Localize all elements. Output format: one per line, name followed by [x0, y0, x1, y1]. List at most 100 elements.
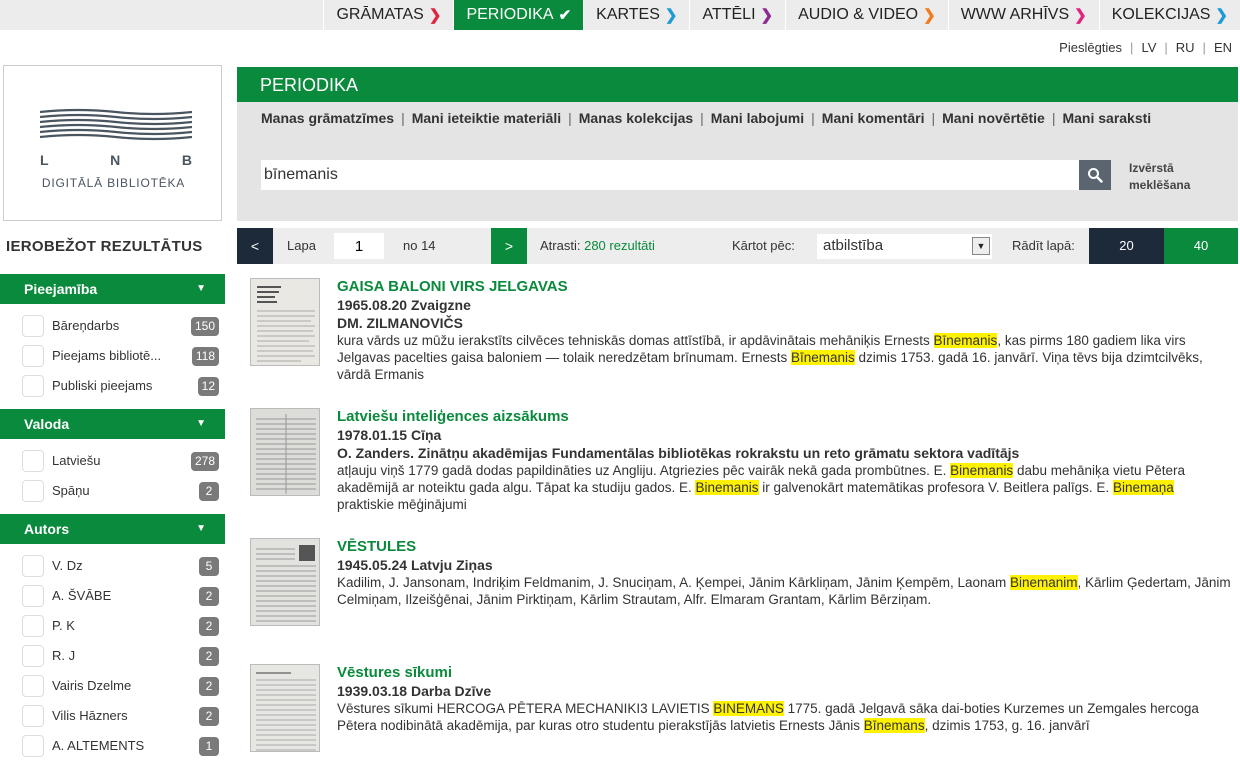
facet-option[interactable]: Latviešu 278 — [0, 446, 225, 476]
sublink-collections[interactable]: Manas kolekcijas — [579, 110, 693, 126]
nav-www-arhivs[interactable]: WWW ARHĪVS ❯ — [947, 0, 1099, 30]
nav-audio-video[interactable]: AUDIO & VIDEO ❯ — [785, 0, 948, 30]
newspaper-page-icon — [251, 279, 319, 365]
pager-bar: < Lapa no 14 > Atrasti: 280 rezultāti Kā… — [237, 228, 1238, 264]
found-count: 280 rezultāti — [584, 238, 655, 253]
lang-lv-link[interactable]: LV — [1141, 40, 1156, 55]
result-title[interactable]: Latviešu inteliģences aizsākums — [337, 408, 1232, 426]
snippet-text: Vēstures sīkumi HERCOGA PĒTERA MECHANIKI… — [337, 701, 714, 716]
facet-option[interactable]: R. J 2 — [0, 641, 225, 671]
separator: | — [1051, 110, 1056, 126]
checkbox[interactable] — [22, 585, 44, 607]
page-title: PERIODIKA — [260, 75, 359, 95]
result-title[interactable]: VĒSTULES — [337, 538, 1232, 556]
count-badge: 1 — [199, 737, 219, 756]
newspaper-thumbnail[interactable] — [250, 664, 320, 752]
result-body: Latviešu inteliģences aizsākums 1978.01.… — [337, 408, 1232, 513]
search-hit: Bīnemans — [863, 718, 925, 733]
triangle-down-icon: ▼ — [196, 283, 206, 294]
sublink-bookmarks[interactable]: Manas grāmatzīmes — [261, 110, 394, 126]
checkbox[interactable] — [22, 675, 44, 697]
sublink-corrections[interactable]: Mani labojumi — [711, 110, 804, 126]
logo-letter: N — [110, 152, 121, 168]
sublink-comments[interactable]: Mani komentāri — [822, 110, 925, 126]
facet-option[interactable]: Spāņu 2 — [0, 476, 225, 506]
facet-header-pieejamiba[interactable]: Pieejamība ▼ — [0, 274, 225, 304]
triangle-down-icon: ▼ — [196, 418, 206, 429]
facet-header-valoda[interactable]: Valoda ▼ — [0, 409, 225, 439]
facet-option-label: Bāreņdarbs — [52, 318, 120, 333]
checkbox[interactable] — [22, 345, 44, 367]
newspaper-page-icon — [251, 665, 319, 751]
facet-option[interactable]: Publiski pieejams 12 — [0, 371, 225, 401]
search-input[interactable] — [261, 160, 1079, 190]
facet-option[interactable]: Bāreņdarbs 150 — [0, 311, 225, 341]
checkbox[interactable] — [22, 315, 44, 337]
facet-option[interactable]: Vairis Dzelme 2 — [0, 671, 225, 701]
triangle-down-icon: ▼ — [972, 237, 990, 255]
checkbox[interactable] — [22, 615, 44, 637]
facet-option[interactable]: P. K 2 — [0, 611, 225, 641]
separator: | — [568, 110, 572, 126]
sort-select[interactable]: atbilstība ▼ — [817, 234, 992, 259]
facet-option[interactable]: Pieejams bibliotē... 118 — [0, 341, 225, 371]
facet-option-label: A. ŠVĀBE — [52, 588, 112, 603]
sublink-rated[interactable]: Mani novērtētie — [942, 110, 1045, 126]
chevron-right-icon: ❯ — [1074, 7, 1087, 24]
result-body: GAISA BALONI VIRS JELGAVAS 1965.08.20 Zv… — [337, 278, 1232, 383]
search-hit: Binemanis — [950, 463, 1014, 478]
search-hit: Binemanim — [1010, 575, 1078, 590]
sublink-suggested[interactable]: Mani ieteiktie materiāli — [412, 110, 561, 126]
nav-periodika[interactable]: PERIODIKA ✔ — [453, 0, 584, 30]
newspaper-thumbnail[interactable] — [250, 538, 320, 626]
search-hit: Binemaņa — [1112, 480, 1174, 495]
per-page-20-button[interactable]: 20 — [1089, 228, 1164, 264]
nav-kolekcijas[interactable]: KOLEKCIJAS ❯ — [1098, 0, 1240, 30]
newspaper-thumbnail[interactable] — [250, 278, 320, 366]
checkbox[interactable] — [22, 480, 44, 502]
checkbox[interactable] — [22, 555, 44, 577]
lang-en-link[interactable]: EN — [1214, 40, 1232, 55]
facet-option[interactable]: A. ALTEMENTS 1 — [0, 731, 225, 761]
login-link[interactable]: Pieslēgties — [1059, 40, 1122, 55]
result-title[interactable]: Vēstures sīkumi — [337, 664, 1232, 682]
facet-option[interactable]: Vilis Hāzners 2 — [0, 701, 225, 731]
nav-atteli[interactable]: ATTĒLI ❯ — [689, 0, 785, 30]
checkbox[interactable] — [22, 735, 44, 757]
chevron-right-icon: ❯ — [923, 7, 936, 24]
checkbox[interactable] — [22, 645, 44, 667]
facet-header-autors[interactable]: Autors ▼ — [0, 514, 225, 544]
per-page-40-button[interactable]: 40 — [1164, 228, 1238, 264]
lang-ru-link[interactable]: RU — [1176, 40, 1195, 55]
count-badge: 5 — [199, 557, 219, 576]
nav-gramatas[interactable]: GRĀMATAS ❯ — [323, 0, 453, 30]
facet-option-label: Vairis Dzelme — [52, 678, 132, 693]
advanced-search-link[interactable]: Izvērstā meklēšana — [1129, 160, 1190, 194]
nav-kartes[interactable]: KARTES ❯ — [583, 0, 689, 30]
newspaper-thumbnail[interactable] — [250, 408, 320, 496]
facet-option-label: P. K — [52, 618, 75, 633]
next-page-button[interactable]: > — [491, 228, 527, 264]
search-hit: Bīnemanis — [790, 350, 855, 365]
snippet-text: ir galvenokārt matemātikas profesora V. … — [758, 480, 1113, 495]
chevron-right-icon: ❯ — [1215, 7, 1228, 24]
facet-option[interactable]: V. Dz 5 — [0, 551, 225, 581]
facet-option-label: R. J — [52, 648, 76, 663]
count-badge: 118 — [191, 347, 219, 366]
facet-option[interactable]: A. ŠVĀBE 2 — [0, 581, 225, 611]
checkbox[interactable] — [22, 450, 44, 472]
checkbox[interactable] — [22, 375, 44, 397]
logo-subtitle: DIGITĀLĀ BIBLIOTĒKA — [41, 176, 186, 190]
page-number-input[interactable] — [334, 233, 384, 259]
nav-label: KARTES — [596, 6, 660, 23]
search-hit: Binemanis — [695, 480, 759, 495]
lnb-logo[interactable]: L N B DIGITĀLĀ BIBLIOTĒKA — [3, 65, 222, 221]
prev-page-button[interactable]: < — [237, 228, 273, 264]
nav-label: AUDIO & VIDEO — [798, 6, 919, 23]
snippet-text: atļauju viņš 1779 gadā dodas papildināti… — [337, 463, 951, 478]
result-title[interactable]: GAISA BALONI VIRS JELGAVAS — [337, 278, 1232, 296]
checkbox[interactable] — [22, 705, 44, 727]
search-button[interactable] — [1079, 160, 1111, 190]
count-badge: 2 — [199, 647, 219, 666]
sublink-lists[interactable]: Mani saraksti — [1062, 110, 1151, 126]
